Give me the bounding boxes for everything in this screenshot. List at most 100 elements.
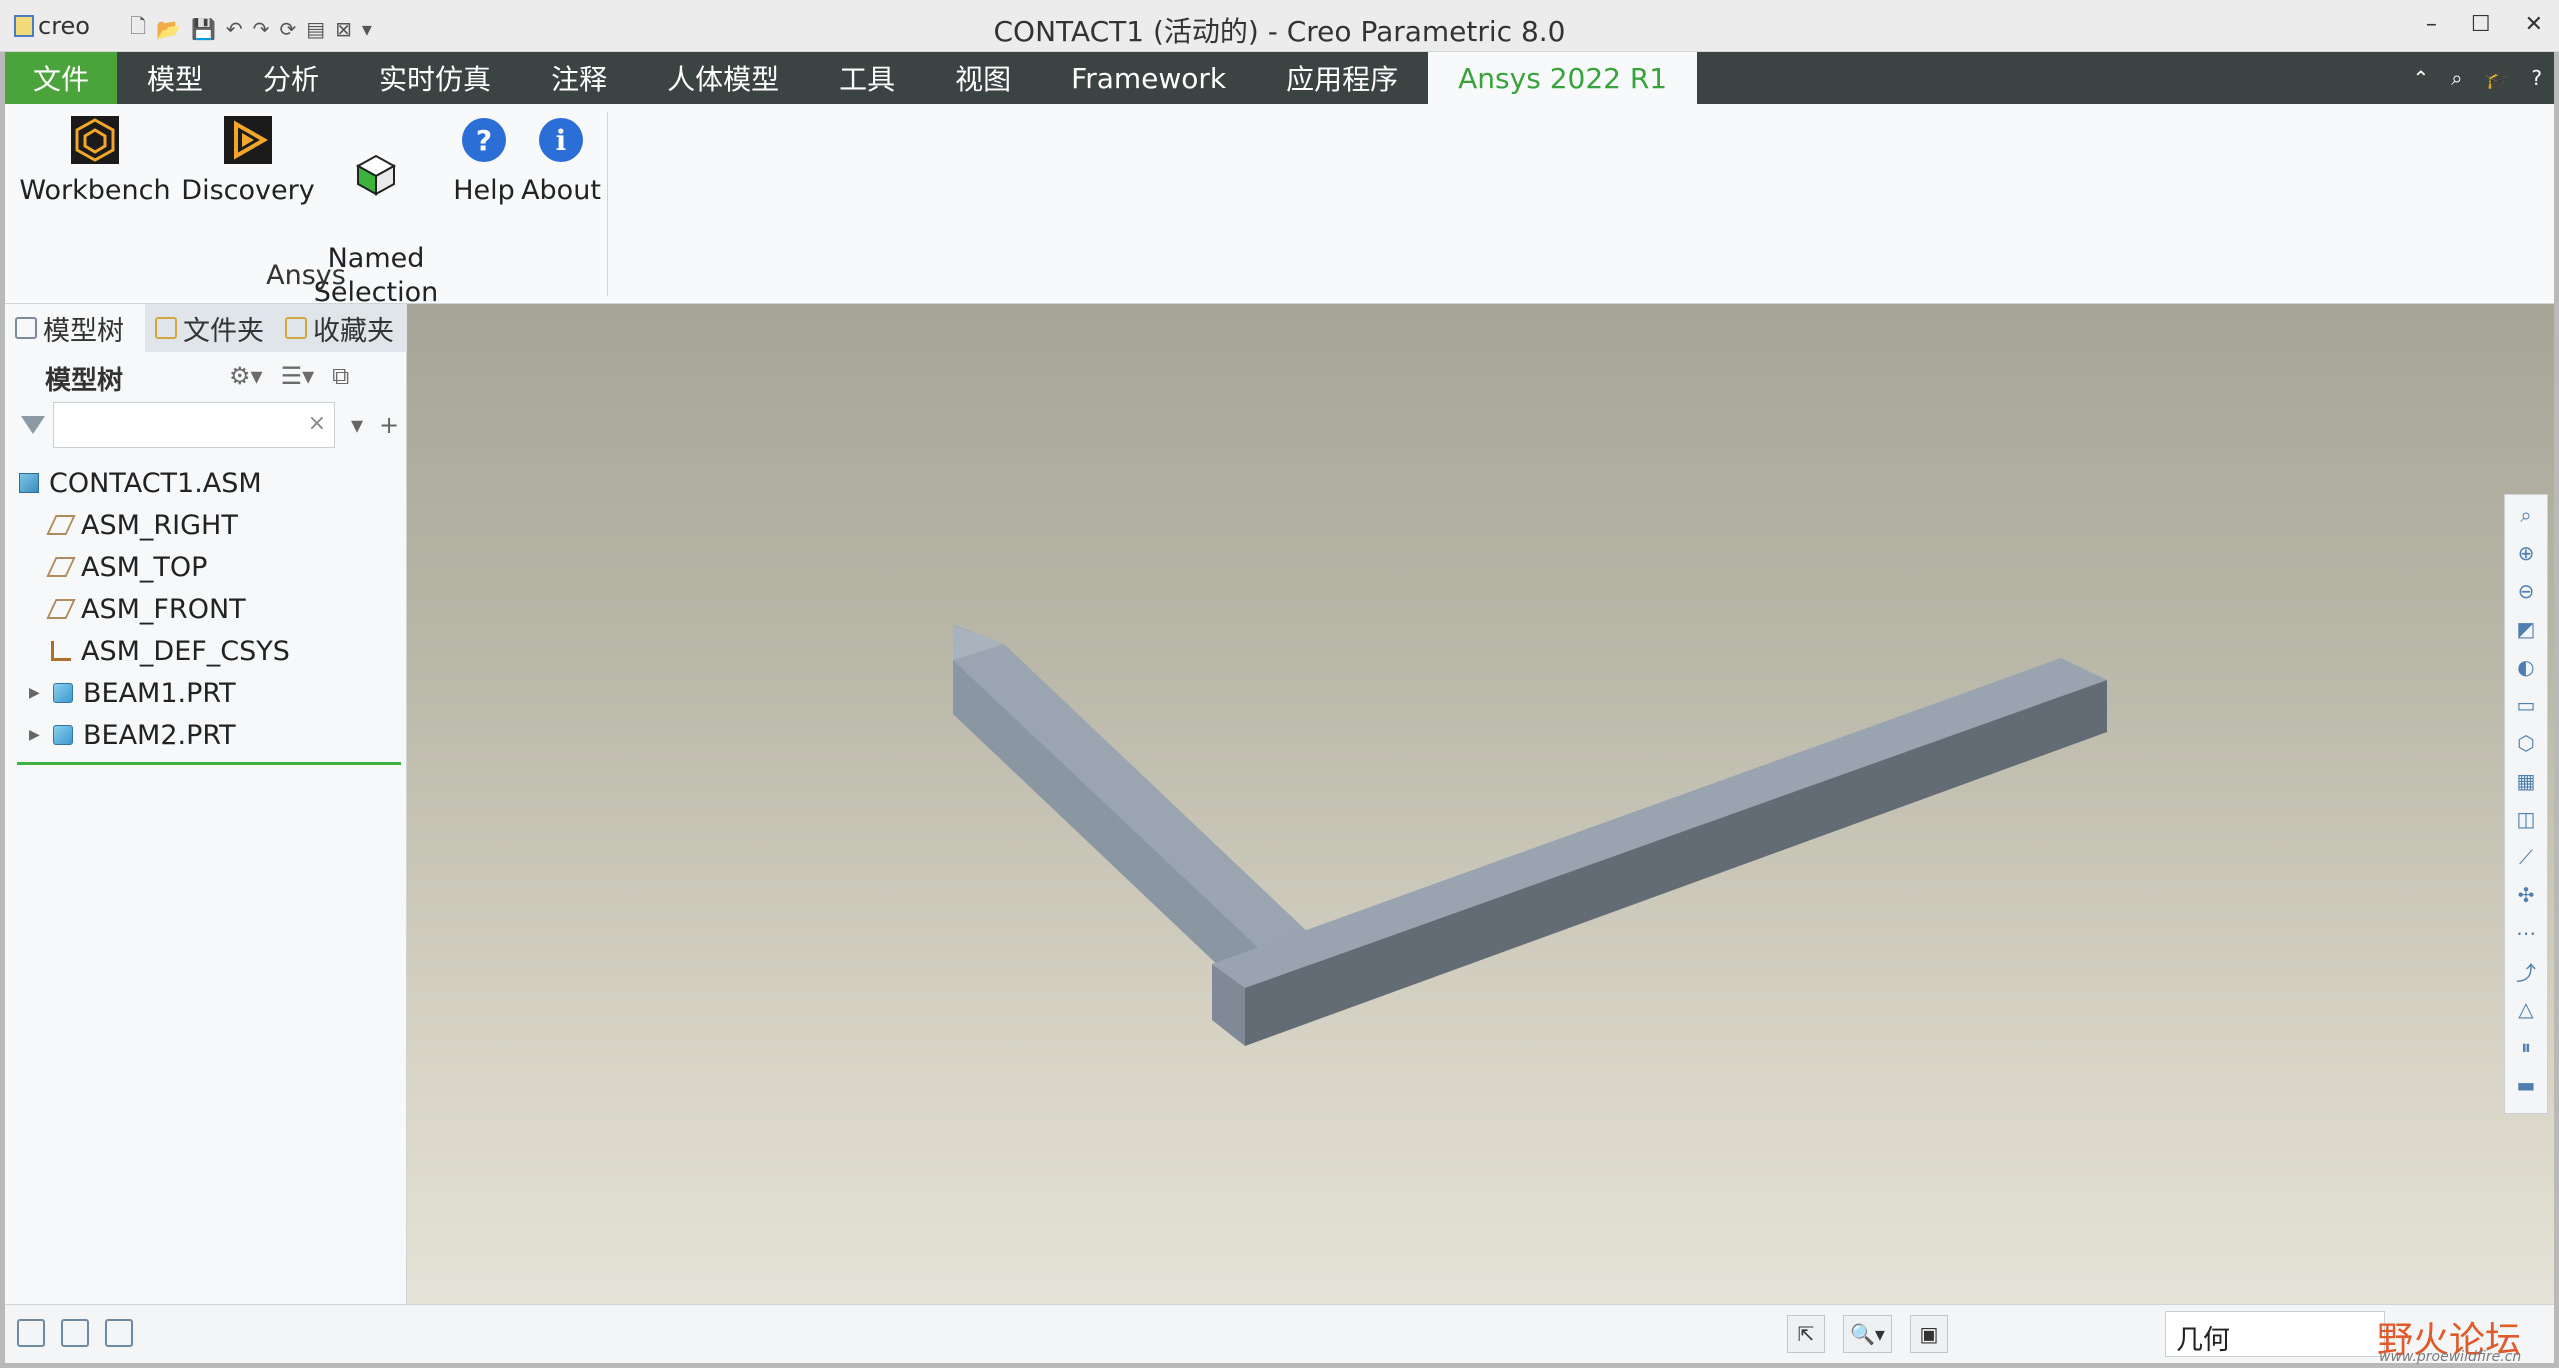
smart-selection-icon[interactable]: ⇱ [1787, 1315, 1825, 1353]
assembly-model-view[interactable] [407, 304, 2554, 1304]
navigator-toggle-icon[interactable] [17, 1319, 45, 1347]
axis-display-icon[interactable]: ✣ [2514, 881, 2538, 909]
expand-arrow-icon[interactable]: ▶ [29, 727, 41, 743]
tree-node-label: BEAM2.PRT [83, 719, 236, 751]
tab-manikin[interactable]: 人体模型 [637, 52, 809, 104]
navigator-tabs: 模型树 文件夹 收藏夹 [5, 304, 407, 352]
about-button[interactable]: i About [517, 114, 605, 208]
section-icon[interactable]: ◫ [2514, 805, 2538, 833]
tab-file[interactable]: 文件 [5, 52, 118, 104]
tree-node-asm-def-csys[interactable]: ASM_DEF_CSYS [5, 630, 407, 672]
workbench-label: Workbench [19, 175, 171, 206]
annotation-display-icon[interactable]: △ [2514, 995, 2538, 1023]
tab-model[interactable]: 模型 [117, 52, 233, 104]
selected-items-icon[interactable]: ▣ [1909, 1315, 1948, 1353]
collapse-ribbon-icon[interactable]: ⌃ [2413, 66, 2430, 90]
tab-applications[interactable]: 应用程序 [1256, 52, 1428, 104]
selection-filter-dropdown[interactable]: 几何 [2165, 1311, 2385, 1357]
tab-model-tree[interactable]: 模型树 [5, 304, 145, 352]
selection-filter-value: 几何 [2176, 1325, 2230, 1356]
svg-text:?: ? [476, 124, 492, 157]
plane-display-icon[interactable]: ⟋ [2514, 843, 2538, 871]
ribbon-group-separator [607, 112, 608, 296]
info-icon: i [539, 118, 583, 162]
tab-framework[interactable]: Framework [1041, 52, 1256, 104]
tree-node-label: ASM_FRONT [81, 593, 246, 625]
show-menu-icon[interactable]: ☰▾ [281, 362, 315, 390]
zoom-out-icon[interactable]: ⊖ [2514, 577, 2538, 605]
maximize-button[interactable]: ☐ [2471, 12, 2491, 37]
status-bar: ⇱ 🔍▾ ▣ 几何 野火论坛 www.proewildfire.cn [5, 1304, 2554, 1365]
help-button[interactable]: ? Help [441, 114, 527, 208]
display-style-icon[interactable]: ◐ [2514, 653, 2538, 681]
coordinate-system-icon [51, 641, 71, 661]
tab-tools[interactable]: 工具 [809, 52, 925, 104]
close-button[interactable]: ✕ [2525, 12, 2543, 37]
search-dropdown-icon[interactable]: ▾ [351, 411, 363, 439]
ribbon-tools: ⌃ ⌕ 🎓 ? [2413, 66, 2543, 90]
help-icon[interactable]: ? [2531, 66, 2542, 90]
tree-node-label: ASM_RIGHT [81, 509, 238, 541]
minimize-button[interactable]: – [2426, 12, 2437, 37]
status-middle-tools: ⇱ 🔍▾ ▣ [1787, 1315, 1948, 1353]
browser-toggle-icon[interactable] [61, 1319, 89, 1347]
tab-favorites-label: 收藏夹 [313, 315, 394, 347]
discovery-button[interactable]: Discovery [173, 114, 323, 208]
saved-orientations-icon[interactable]: ▭ [2514, 691, 2538, 719]
clear-search-icon[interactable]: × [308, 411, 326, 436]
window-controls: – ☐ ✕ [2426, 12, 2543, 37]
tree-node-label: ASM_DEF_CSYS [81, 635, 290, 667]
favorites-icon [285, 317, 307, 339]
perspective-icon[interactable]: ▦ [2514, 767, 2538, 795]
zoom-in-icon[interactable]: ⊕ [2514, 539, 2538, 567]
pause-icon[interactable]: ⏸ [2514, 1033, 2538, 1061]
tab-live-simulation[interactable]: 实时仿真 [349, 52, 521, 104]
datum-plane-icon [46, 515, 76, 535]
discovery-icon [224, 116, 272, 164]
tree-node-beam2[interactable]: ▶ BEAM2.PRT [5, 714, 407, 756]
point-display-icon[interactable]: ⋯ [2514, 919, 2538, 947]
model-tree: CONTACT1.ASM ASM_RIGHT ASM_TOP ASM_FRONT… [5, 462, 407, 756]
expand-arrow-icon[interactable]: ▶ [29, 685, 41, 701]
workbench-icon [71, 116, 119, 164]
find-icon[interactable]: 🔍▾ [1843, 1315, 1892, 1353]
svg-text:i: i [556, 124, 567, 157]
datum-plane-icon [46, 557, 76, 577]
tree-node-asm-top[interactable]: ASM_TOP [5, 546, 407, 588]
ribbon-group-label: Ansys [266, 260, 346, 291]
tree-node-asm-front[interactable]: ASM_FRONT [5, 588, 407, 630]
model-tree-title: 模型树 [45, 366, 124, 396]
tab-analysis[interactable]: 分析 [233, 52, 349, 104]
tab-annotate[interactable]: 注释 [521, 52, 637, 104]
view-manager-icon[interactable]: ⬡ [2514, 729, 2538, 757]
search-icon[interactable]: ⌕ [2451, 66, 2462, 90]
tree-node-beam1[interactable]: ▶ BEAM1.PRT [5, 672, 407, 714]
tree-node-label: BEAM1.PRT [83, 677, 236, 709]
fullscreen-icon[interactable] [105, 1319, 133, 1347]
tree-search-input[interactable]: × [53, 402, 335, 448]
spin-center-icon[interactable]: ▬ [2514, 1071, 2538, 1099]
beam2-model[interactable] [1212, 658, 2107, 1046]
tree-settings-icon[interactable]: ⚙▾ [229, 362, 263, 390]
view-toolbar: ⌕ ⊕ ⊖ ◩ ◐ ▭ ⬡ ▦ ◫ ⟋ ✣ ⋯ ⤴ △ ⏸ ▬ [2504, 494, 2548, 1114]
ribbon-panel: Workbench Discovery Named Selection ? He… [5, 104, 2554, 308]
learning-icon[interactable]: 🎓 [2484, 66, 2509, 90]
add-column-icon[interactable]: + [379, 411, 399, 439]
workbench-button[interactable]: Workbench [15, 114, 175, 208]
csys-display-icon[interactable]: ⤴ [2514, 957, 2538, 985]
repaint-icon[interactable]: ◩ [2514, 615, 2538, 643]
datum-plane-icon [46, 599, 76, 619]
tab-view[interactable]: 视图 [925, 52, 1041, 104]
tab-folder-browser[interactable]: 文件夹 [145, 304, 275, 352]
tree-node-asm-right[interactable]: ASM_RIGHT [5, 504, 407, 546]
tab-favorites[interactable]: 收藏夹 [275, 304, 407, 352]
refit-icon[interactable]: ⌕ [2514, 501, 2538, 529]
tree-node-assembly[interactable]: CONTACT1.ASM [5, 462, 407, 504]
ribbon-tab-bar: 文件 模型 分析 实时仿真 注释 人体模型 工具 视图 Framework 应用… [5, 52, 2554, 104]
tree-filter-icon[interactable]: ⧉ [332, 362, 349, 390]
tree-filter-row: × ▾ + [21, 402, 399, 448]
graphics-window[interactable] [407, 304, 2554, 1304]
part-icon [53, 683, 73, 703]
watermark-url: www.proewildfire.cn [2379, 1349, 2522, 1365]
tab-ansys[interactable]: Ansys 2022 R1 [1428, 52, 1698, 104]
